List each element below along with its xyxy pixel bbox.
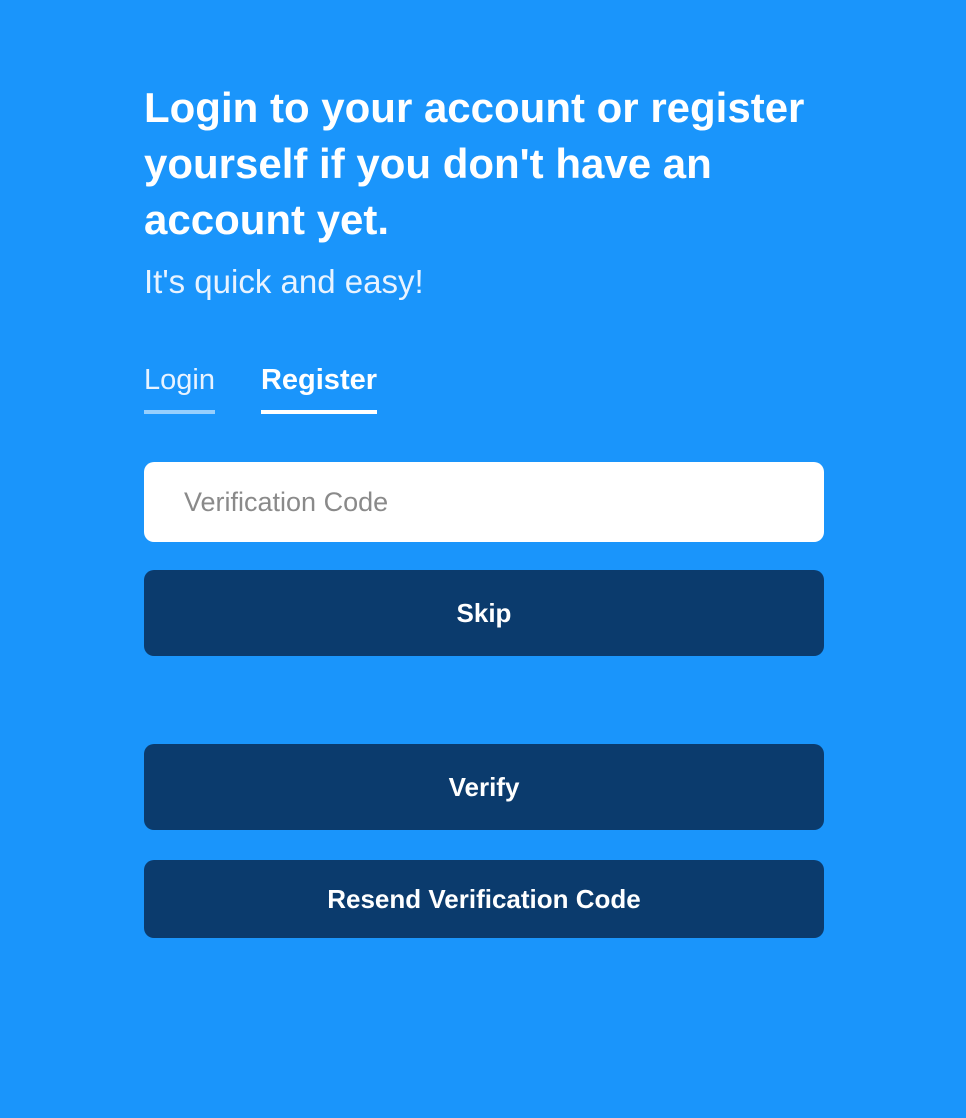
auth-panel: Login to your account or register yourse… <box>144 80 824 938</box>
verification-code-field-wrapper <box>144 462 824 542</box>
page-subtitle: It's quick and easy! <box>144 263 424 300</box>
tab-login[interactable]: Login <box>144 360 215 414</box>
resend-verification-code-button[interactable]: Resend Verification Code <box>144 860 824 938</box>
tab-register[interactable]: Register <box>260 360 378 414</box>
verify-button[interactable]: Verify <box>144 744 824 830</box>
skip-button[interactable]: Skip <box>144 570 824 656</box>
auth-tabs: Login Register <box>144 360 824 414</box>
verification-code-input[interactable] <box>144 462 824 542</box>
page-title: Login to your account or register yourse… <box>144 84 805 243</box>
